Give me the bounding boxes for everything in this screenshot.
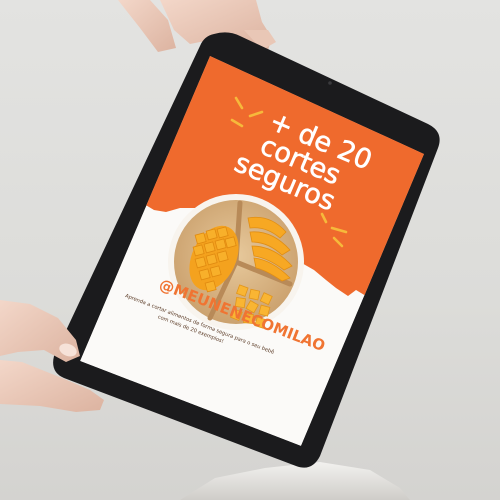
front-camera <box>328 81 332 85</box>
scene: + de 20 cortes seguros @MEUNENECOMILAO A… <box>0 0 440 500</box>
stone-pedestal <box>180 462 410 500</box>
